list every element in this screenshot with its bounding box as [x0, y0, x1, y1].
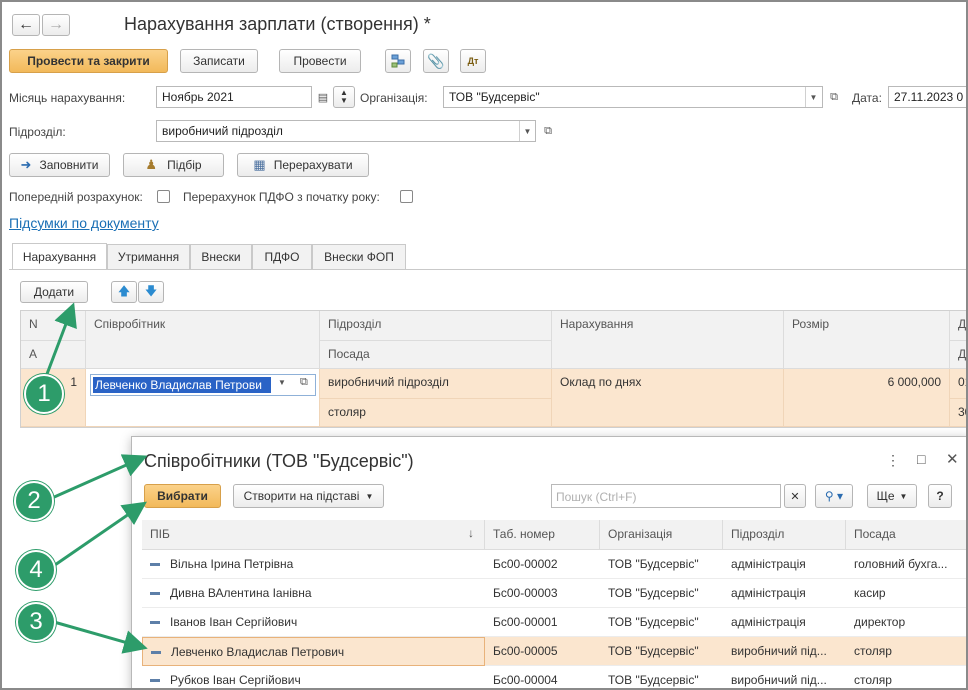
arrow-2 [51, 454, 148, 500]
marker-3: 3 [16, 602, 56, 642]
arrow-3 [53, 620, 148, 654]
marker-4: 4 [16, 550, 56, 590]
arrow-4 [51, 501, 147, 569]
document-window: ← → Нарахування зарплати (створення) * П… [0, 0, 968, 690]
marker-1: 1 [24, 374, 64, 414]
annotation-arrows [45, 302, 148, 654]
arrow-1 [45, 302, 77, 375]
marker-2: 2 [14, 481, 54, 521]
